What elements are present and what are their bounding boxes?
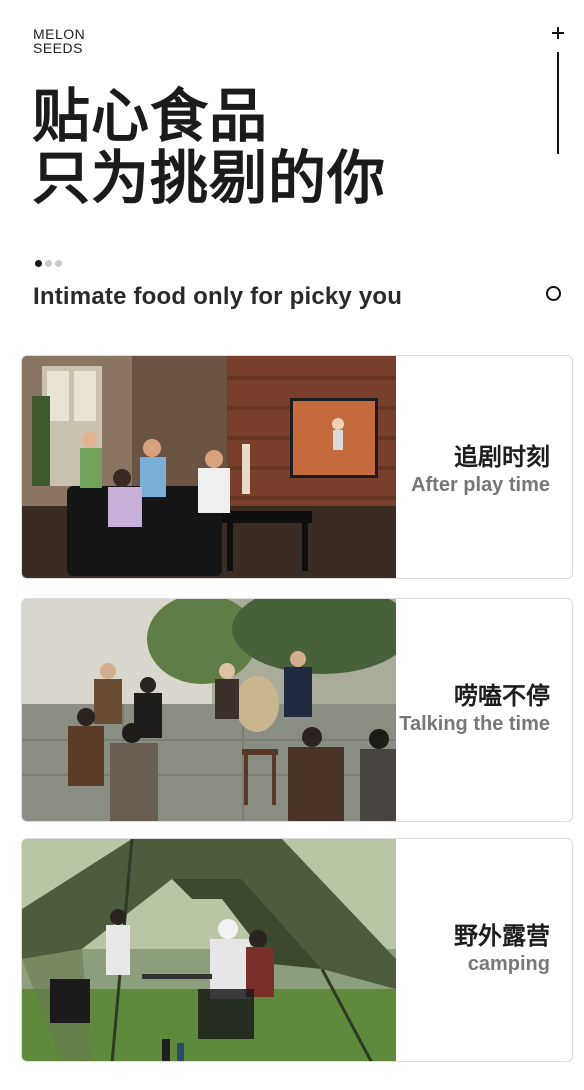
card-title-en: After play time — [411, 474, 550, 496]
brand-line-1: MELON — [33, 26, 86, 42]
pager-dot[interactable] — [35, 260, 42, 267]
brand-line-2: SEEDS — [33, 40, 83, 56]
headline-line-2: 只为挑剔的你 — [32, 144, 387, 212]
group-chatting-image — [22, 599, 396, 821]
card-text: 唠嗑不停 Talking the time — [399, 681, 550, 737]
pager-dots — [35, 254, 65, 267]
card-title-cn: 追剧时刻 — [454, 443, 550, 471]
family-watching-tv-image — [22, 356, 396, 578]
card-title-cn: 野外露营 — [454, 922, 550, 950]
headline-line-1: 贴心食品 — [32, 82, 269, 150]
card-text: 野外露营 camping — [454, 921, 550, 977]
card-after-play-time[interactable]: 追剧时刻 After play time — [21, 355, 573, 579]
pager-dot[interactable] — [55, 260, 62, 267]
subtitle: Intimate food only for picky you — [33, 283, 403, 310]
card-title-cn: 唠嗑不停 — [454, 682, 550, 710]
card-title-en: camping — [467, 953, 550, 975]
camping-tent-image — [22, 839, 396, 1061]
pager-dot[interactable] — [45, 260, 52, 267]
vertical-divider — [557, 52, 559, 154]
card-talking-the-time[interactable]: 唠嗑不停 Talking the time — [21, 598, 573, 822]
card-title-en: Talking the time — [399, 713, 550, 735]
brand-logo: MELON SEEDS — [33, 27, 85, 55]
circle-icon[interactable] — [546, 286, 561, 301]
card-text: 追剧时刻 After play time — [411, 442, 550, 498]
headline: 贴心食品 只为挑剔的你 — [32, 85, 386, 209]
plus-icon[interactable] — [551, 26, 565, 40]
card-camping[interactable]: 野外露营 camping — [21, 838, 573, 1062]
